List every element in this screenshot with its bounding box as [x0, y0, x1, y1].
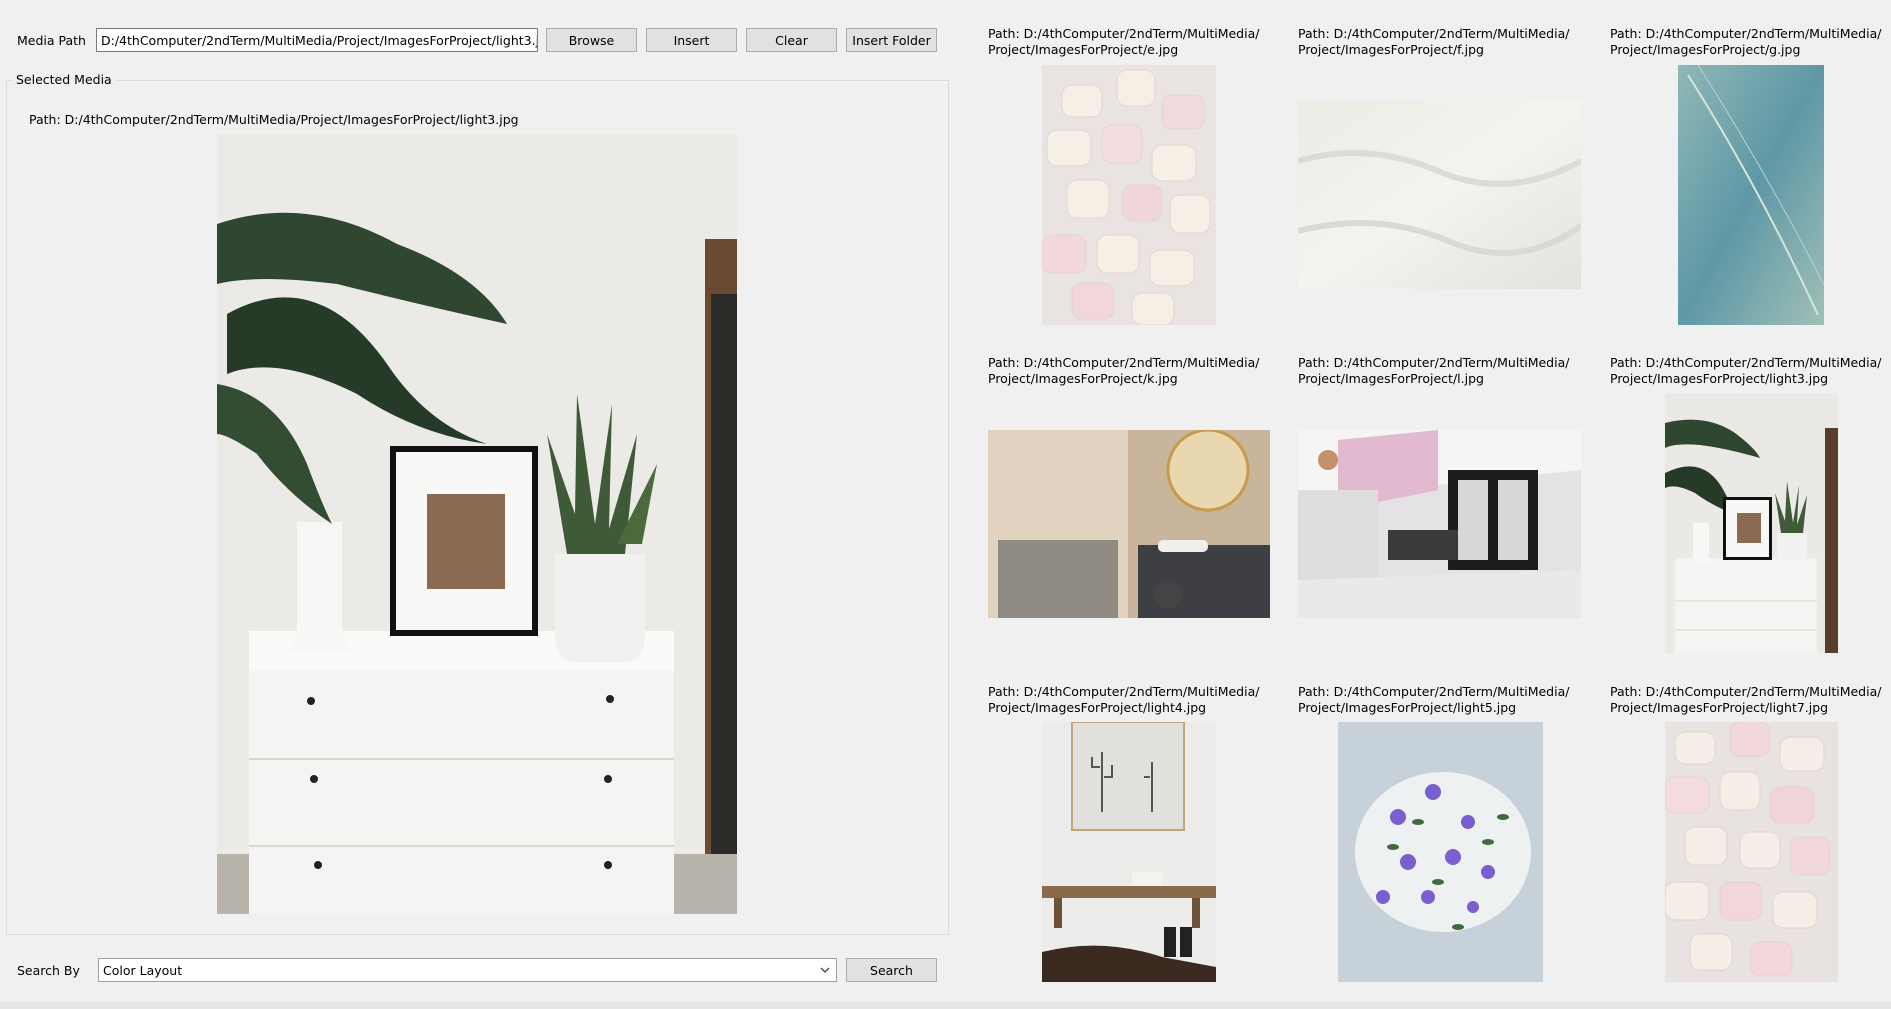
gallery-image-5[interactable]	[1665, 393, 1838, 653]
media-path-label: Media Path	[17, 33, 86, 48]
gallery-caption-4: Path: D:/4thComputer/2ndTerm/MultiMedia/…	[1298, 355, 1570, 386]
selected-media-image	[217, 134, 737, 914]
gallery-caption-8: Path: D:/4thComputer/2ndTerm/MultiMedia/…	[1610, 684, 1882, 715]
insert-folder-button[interactable]: Insert Folder	[846, 28, 937, 52]
gallery-image-0[interactable]	[1042, 65, 1216, 325]
gallery-caption-3: Path: D:/4thComputer/2ndTerm/MultiMedia/…	[988, 355, 1260, 386]
gallery-image-3[interactable]	[988, 430, 1270, 618]
chevron-down-icon	[820, 966, 830, 974]
gallery-caption-5: Path: D:/4thComputer/2ndTerm/MultiMedia/…	[1610, 355, 1882, 386]
gallery-caption-7: Path: D:/4thComputer/2ndTerm/MultiMedia/…	[1298, 684, 1570, 715]
gallery-image-6[interactable]	[1042, 722, 1216, 982]
gallery-image-2[interactable]	[1678, 65, 1824, 325]
gallery-caption-1: Path: D:/4thComputer/2ndTerm/MultiMedia/…	[1298, 26, 1570, 57]
horizontal-scrollbar[interactable]	[0, 1002, 1891, 1009]
gallery-caption-0: Path: D:/4thComputer/2ndTerm/MultiMedia/…	[988, 26, 1260, 57]
search-button[interactable]: Search	[846, 958, 937, 982]
search-by-selected-value: Color Layout	[103, 962, 183, 978]
search-by-select[interactable]: Color Layout	[98, 958, 837, 982]
selected-media-title: Selected Media	[13, 72, 115, 87]
selected-media-path: Path: D:/4thComputer/2ndTerm/MultiMedia/…	[29, 112, 519, 127]
gallery-image-8[interactable]	[1665, 722, 1838, 982]
gallery-image-1[interactable]	[1298, 101, 1581, 289]
gallery-image-4[interactable]	[1298, 430, 1581, 618]
gallery-caption-2: Path: D:/4thComputer/2ndTerm/MultiMedia/…	[1610, 26, 1882, 57]
gallery-caption-6: Path: D:/4thComputer/2ndTerm/MultiMedia/…	[988, 684, 1260, 715]
browse-button[interactable]: Browse	[546, 28, 637, 52]
gallery-image-7[interactable]	[1338, 722, 1543, 982]
media-path-input[interactable]: D:/4thComputer/2ndTerm/MultiMedia/Projec…	[96, 28, 538, 52]
search-by-label: Search By	[17, 963, 80, 978]
insert-button[interactable]: Insert	[646, 28, 737, 52]
clear-button[interactable]: Clear	[746, 28, 837, 52]
